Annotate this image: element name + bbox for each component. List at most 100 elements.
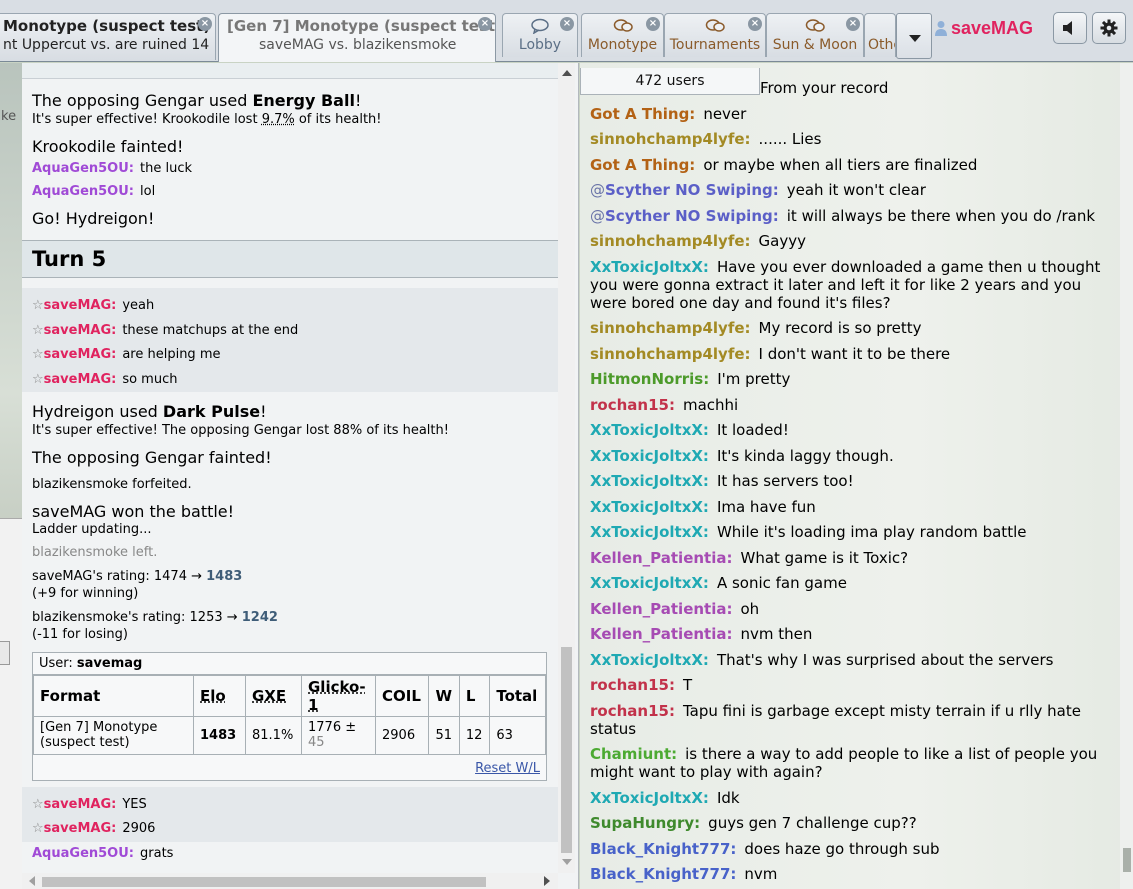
chat-message: XxToxicJoltxX: A sonic fan game xyxy=(580,574,1118,592)
battle-message: The opposing Gengar fainted! xyxy=(32,447,272,467)
username[interactable]: saveMAG xyxy=(951,18,1033,39)
chat-message: ☆saveMAG: so much xyxy=(22,368,558,393)
scroll-right-icon[interactable] xyxy=(544,876,550,886)
damage-percent[interactable]: 9.7% xyxy=(262,112,295,127)
chat-username[interactable]: saveMAG: xyxy=(44,797,117,812)
chat-username[interactable]: rochan15: xyxy=(590,396,675,414)
chat-username-text: XxToxicJoltxX: xyxy=(590,650,709,669)
chat-message: XxToxicJoltxX: Ima have fun xyxy=(580,498,1118,516)
chat-username[interactable]: Black_Knight777: xyxy=(590,840,736,858)
chat-username-text: Got A Thing: xyxy=(590,155,696,174)
close-icon[interactable]: × xyxy=(646,17,660,31)
chat-username[interactable]: saveMAG: xyxy=(44,298,117,313)
chat-username[interactable]: rochan15: xyxy=(590,702,675,720)
battle-message: blazikensmoke forfeited. xyxy=(32,476,192,492)
hscrollbar-thumb[interactable] xyxy=(42,877,486,887)
close-icon[interactable]: × xyxy=(198,17,212,31)
tab-battle-1[interactable]: Monotype (suspect test) nt Uppercut vs. … xyxy=(0,13,216,60)
battle-message: Krookodile fainted! xyxy=(32,136,184,156)
chat-message: XxToxicJoltxX: That's why I was surprised… xyxy=(580,651,1118,669)
rating-note: (+9 for winning) xyxy=(32,586,139,602)
scrollbar-thumb[interactable] xyxy=(1123,848,1131,872)
chat-username[interactable]: Got A Thing: xyxy=(590,156,695,174)
chat-message: ☆saveMAG: are helping me xyxy=(22,343,558,368)
scroll-up-icon[interactable] xyxy=(562,70,572,76)
lobby-scrollbar[interactable] xyxy=(1120,63,1133,889)
tab-battle-2[interactable]: [Gen 7] Monotype (suspect test) saveMAG … xyxy=(218,13,496,62)
tabs-dropdown-button[interactable] xyxy=(896,13,932,59)
chat-username[interactable]: HitmonNorris: xyxy=(590,370,709,388)
chat-message: @Scyther NO Swiping: yeah it won't clear xyxy=(580,181,1118,199)
chat-username[interactable]: SupaHungry: xyxy=(590,814,700,832)
chat-username[interactable]: XxToxicJoltxX: xyxy=(590,574,709,592)
chat-username[interactable]: XxToxicJoltxX: xyxy=(590,472,709,490)
tab-tournaments[interactable]: Tournaments × xyxy=(664,13,766,57)
user-box[interactable]: saveMAG xyxy=(934,14,1033,42)
chat-text: it will always be there when you do /ran… xyxy=(786,206,1096,225)
close-icon[interactable]: × xyxy=(846,17,860,31)
col-glicko-label[interactable]: Glicko-1 xyxy=(308,678,366,714)
tab-monotype[interactable]: Monotype × xyxy=(581,13,664,57)
chat-username[interactable]: @Scyther NO Swiping: xyxy=(590,181,779,199)
battle-control-button[interactable] xyxy=(0,641,10,665)
scroll-down-icon[interactable] xyxy=(562,859,572,865)
chat-text: I'm pretty xyxy=(717,370,791,388)
chat-username[interactable]: saveMAG: xyxy=(44,323,117,338)
col-gxe-label[interactable]: GXE xyxy=(252,687,286,705)
chat-username[interactable]: XxToxicJoltxX: xyxy=(590,421,709,439)
battle-log-scrollbar[interactable] xyxy=(558,63,575,873)
chat-username[interactable]: XxToxicJoltxX: xyxy=(590,651,709,669)
chat-username[interactable]: AquaGen5OU: xyxy=(32,161,134,176)
chat-username[interactable]: saveMAG: xyxy=(44,372,117,387)
tab-monotype-label: Monotype xyxy=(587,37,658,53)
chat-text: grats xyxy=(140,845,174,861)
battle-log-hscrollbar[interactable] xyxy=(22,873,558,889)
col-elo-label[interactable]: Elo xyxy=(200,687,226,705)
chat-username[interactable]: XxToxicJoltxX: xyxy=(590,789,709,807)
chat-username[interactable]: AquaGen5OU: xyxy=(32,184,134,199)
close-icon[interactable]: × xyxy=(478,17,492,31)
chat-username[interactable]: sinnohchamp4lyfe: xyxy=(590,130,751,148)
chat-username[interactable]: XxToxicJoltxX: xyxy=(590,498,709,516)
chat-username[interactable]: Kellen_Patientia: xyxy=(590,625,732,643)
chat-username[interactable]: Black_Knight777: xyxy=(590,865,736,883)
chat-username[interactable]: sinnohchamp4lyfe: xyxy=(590,319,751,337)
chat-username[interactable]: AquaGen5OU: xyxy=(32,846,134,861)
chat-message: AquaGen5OU: lol xyxy=(22,180,558,203)
scrollbar-thumb[interactable] xyxy=(561,647,572,853)
chat-username[interactable]: saveMAG: xyxy=(44,347,117,362)
userlist-button[interactable]: 472 users xyxy=(580,68,760,95)
chat-block: ☆saveMAG: YES ☆saveMAG: 2906 xyxy=(22,786,558,842)
chat-message: XxToxicJoltxX: It has servers too! xyxy=(580,472,1118,490)
sound-button[interactable] xyxy=(1053,12,1087,44)
chat-username[interactable]: Chamiunt: xyxy=(590,745,677,763)
chat-username[interactable]: XxToxicJoltxX: xyxy=(590,523,709,541)
tab-sun-moon[interactable]: Sun & Moon × xyxy=(766,13,864,57)
chat-username[interactable]: XxToxicJoltxX: xyxy=(590,258,709,276)
star-icon: ☆ xyxy=(32,796,44,812)
tab-other[interactable]: Othe xyxy=(864,13,896,57)
rating-username: savemag xyxy=(76,655,143,671)
chat-username[interactable]: rochan15: xyxy=(590,676,675,694)
chat-message: XxToxicJoltxX: While it's loading ima pla… xyxy=(580,523,1118,541)
chat-username[interactable]: @Scyther NO Swiping: xyxy=(590,207,779,225)
close-icon[interactable]: × xyxy=(748,17,762,31)
reset-wl-link[interactable]: Reset W/L xyxy=(33,755,546,780)
glicko-value: 1776 ± xyxy=(308,720,357,736)
chat-username[interactable]: Kellen_Patientia: xyxy=(590,549,732,567)
sound-icon xyxy=(1063,21,1072,35)
chat-username[interactable]: Got A Thing: xyxy=(590,105,695,123)
scroll-left-icon[interactable] xyxy=(29,876,35,886)
chat-username[interactable]: Kellen_Patientia: xyxy=(590,600,732,618)
chat-username-text: sinnohchamp4lyfe: xyxy=(590,344,751,363)
chat-message: XxToxicJoltxX: Have you ever downloaded a… xyxy=(580,258,1118,312)
chat-username[interactable]: saveMAG: xyxy=(44,821,117,836)
chat-username[interactable]: sinnohchamp4lyfe: xyxy=(590,232,751,250)
settings-button[interactable] xyxy=(1092,12,1126,44)
rating-table: Format Elo GXE Glicko-1 COIL W L Total [… xyxy=(33,674,546,755)
chat-username[interactable]: XxToxicJoltxX: xyxy=(590,447,709,465)
chat-message: XxToxicJoltxX: Idk xyxy=(580,789,1118,807)
tab-lobby[interactable]: Lobby × xyxy=(502,13,578,57)
chat-username[interactable]: sinnohchamp4lyfe: xyxy=(590,345,751,363)
close-icon[interactable]: × xyxy=(560,17,574,31)
